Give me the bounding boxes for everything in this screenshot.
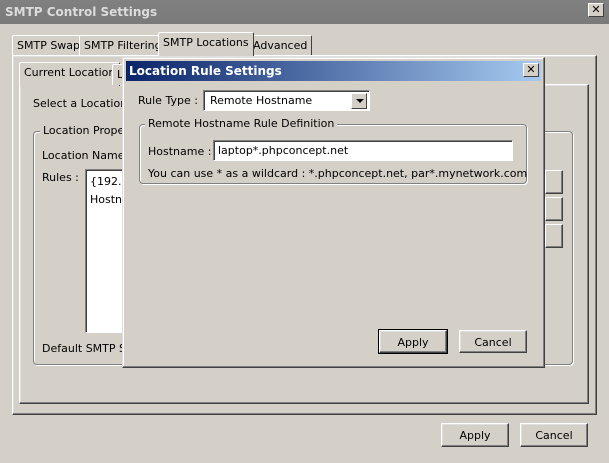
cancel-button[interactable]: Cancel bbox=[520, 423, 588, 447]
default-smtp-label: Default SMTP Se bbox=[42, 342, 133, 355]
hostname-rule-caption: Remote Hostname Rule Definition bbox=[145, 117, 338, 130]
tab-label: SMTP Locations bbox=[163, 36, 249, 49]
wildcard-hint: You can use * as a wildcard : *.phpconce… bbox=[148, 167, 528, 180]
location-rule-dialog: Location Rule Settings ✕ Rule Type : Rem… bbox=[122, 57, 545, 368]
apply-button[interactable]: Apply bbox=[441, 423, 509, 447]
tab-label: SMTP Swap bbox=[17, 39, 81, 52]
tab-smtp-filtering[interactable]: SMTP Filtering bbox=[79, 35, 167, 56]
window-title: SMTP Control Settings bbox=[5, 5, 158, 19]
tab-label: Advanced bbox=[253, 39, 308, 52]
rule-delete-button[interactable] bbox=[545, 224, 563, 248]
hostname-value: laptop*.phpconcept.net bbox=[218, 144, 349, 157]
close-icon: ✕ bbox=[591, 3, 601, 16]
dialog-close-button[interactable]: ✕ bbox=[523, 63, 539, 77]
rule-edit-button[interactable] bbox=[545, 197, 563, 221]
rule-add-button[interactable] bbox=[545, 170, 563, 194]
tab-label: SMTP Filtering bbox=[84, 39, 162, 52]
chevron-down-icon[interactable] bbox=[351, 93, 367, 109]
rules-label: Rules : bbox=[42, 171, 79, 184]
tab-smtp-swap[interactable]: SMTP Swap bbox=[12, 35, 86, 56]
dialog-title: Location Rule Settings bbox=[129, 64, 282, 78]
window-close-button[interactable]: ✕ bbox=[588, 3, 604, 17]
tab-label: Current Location bbox=[24, 66, 116, 79]
tab-advanced[interactable]: Advanced bbox=[248, 35, 313, 56]
rule-type-label: Rule Type : bbox=[138, 94, 198, 107]
close-icon: ✕ bbox=[526, 63, 536, 76]
select-location-label: Select a Location : bbox=[33, 97, 135, 110]
tab-current-location[interactable]: Current Location bbox=[19, 62, 121, 86]
rule-type-value: Remote Hostname bbox=[210, 94, 313, 107]
tab-smtp-locations[interactable]: SMTP Locations bbox=[158, 32, 254, 56]
hostname-input[interactable]: laptop*.phpconcept.net bbox=[213, 140, 513, 161]
hostname-label: Hostname : bbox=[148, 145, 212, 158]
dialog-title-bar: Location Rule Settings ✕ bbox=[126, 61, 541, 81]
dialog-apply-button[interactable]: Apply bbox=[378, 329, 448, 354]
window-title-bar: SMTP Control Settings ✕ bbox=[0, 0, 609, 24]
location-name-label: Location Name : bbox=[42, 149, 132, 162]
dialog-cancel-button[interactable]: Cancel bbox=[459, 330, 527, 353]
rule-type-select[interactable]: Remote Hostname bbox=[203, 90, 370, 111]
